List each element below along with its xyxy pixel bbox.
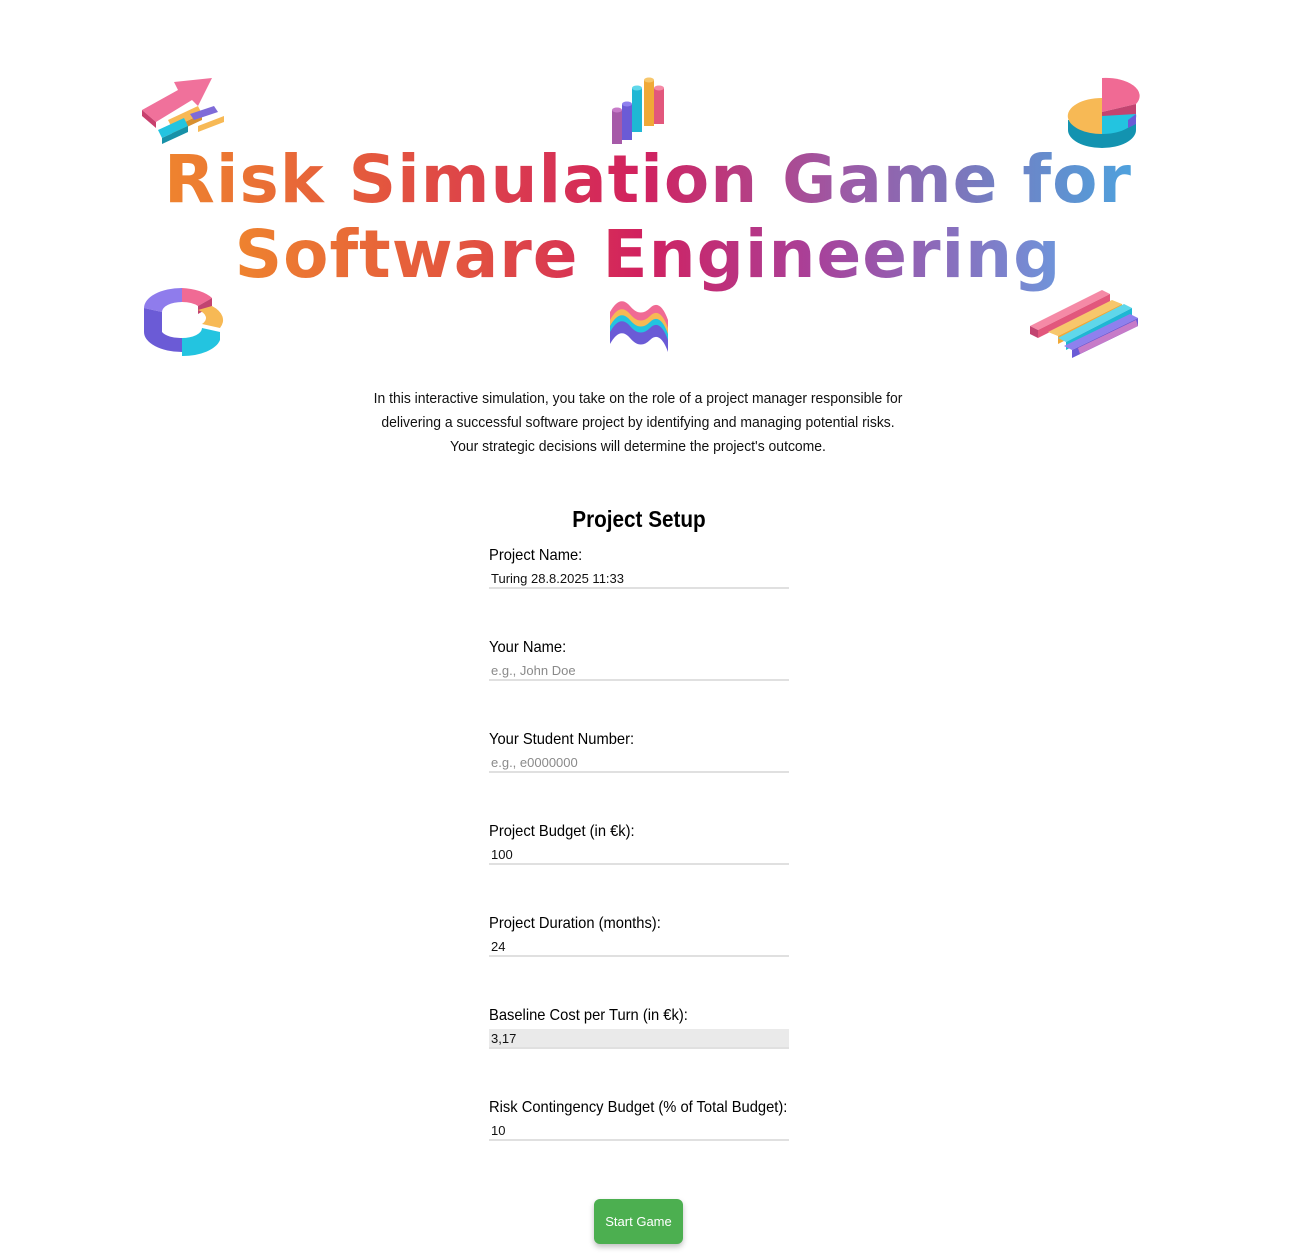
project-budget-label: Project Budget (in €k): [489, 823, 635, 840]
baseline-cost-input [489, 1029, 789, 1049]
project-duration-label: Project Duration (months): [489, 915, 661, 932]
student-number-input[interactable] [489, 753, 789, 773]
project-budget-input[interactable] [489, 845, 789, 865]
project-name-label: Project Name: [489, 547, 583, 564]
risk-contingency-field: Risk Contingency Budget (% of Total Budg… [489, 1099, 789, 1141]
stacked-bars-icon [1030, 290, 1138, 358]
project-setup-heading: Project Setup [572, 506, 706, 532]
arrows-icon [142, 78, 224, 144]
project-budget-field: Project Budget (in €k): [489, 823, 789, 865]
donut-chart-icon [144, 288, 224, 357]
risk-contingency-label: Risk Contingency Budget (% of Total Budg… [489, 1099, 788, 1116]
project-name-field: Project Name: [489, 547, 789, 589]
your-name-input[interactable] [489, 661, 789, 681]
start-game-button[interactable]: Start Game [594, 1199, 683, 1244]
project-duration-input[interactable] [489, 937, 789, 957]
project-name-input[interactable] [489, 569, 789, 589]
student-number-label: Your Student Number: [489, 731, 635, 748]
baseline-cost-label: Baseline Cost per Turn (in €k): [489, 1007, 688, 1024]
your-name-label: Your Name: [489, 639, 567, 656]
wave-chart-icon [610, 301, 668, 352]
student-number-field: Your Student Number: [489, 731, 789, 773]
page-title-line-2: Software Engineering [0, 217, 1296, 293]
project-duration-field: Project Duration (months): [489, 915, 789, 957]
page-title-line-1: Risk Simulation Game for [0, 142, 1296, 218]
risk-contingency-input[interactable] [489, 1121, 789, 1141]
your-name-field: Your Name: [489, 639, 789, 681]
baseline-cost-field: Baseline Cost per Turn (in €k): [489, 1007, 789, 1049]
intro-description: In this interactive simulation, you take… [373, 390, 903, 455]
hero-banner: Risk Simulation Game for Software Engine… [0, 0, 1296, 370]
bar-chart-icon [612, 77, 664, 144]
pie-chart-icon [1067, 77, 1140, 148]
